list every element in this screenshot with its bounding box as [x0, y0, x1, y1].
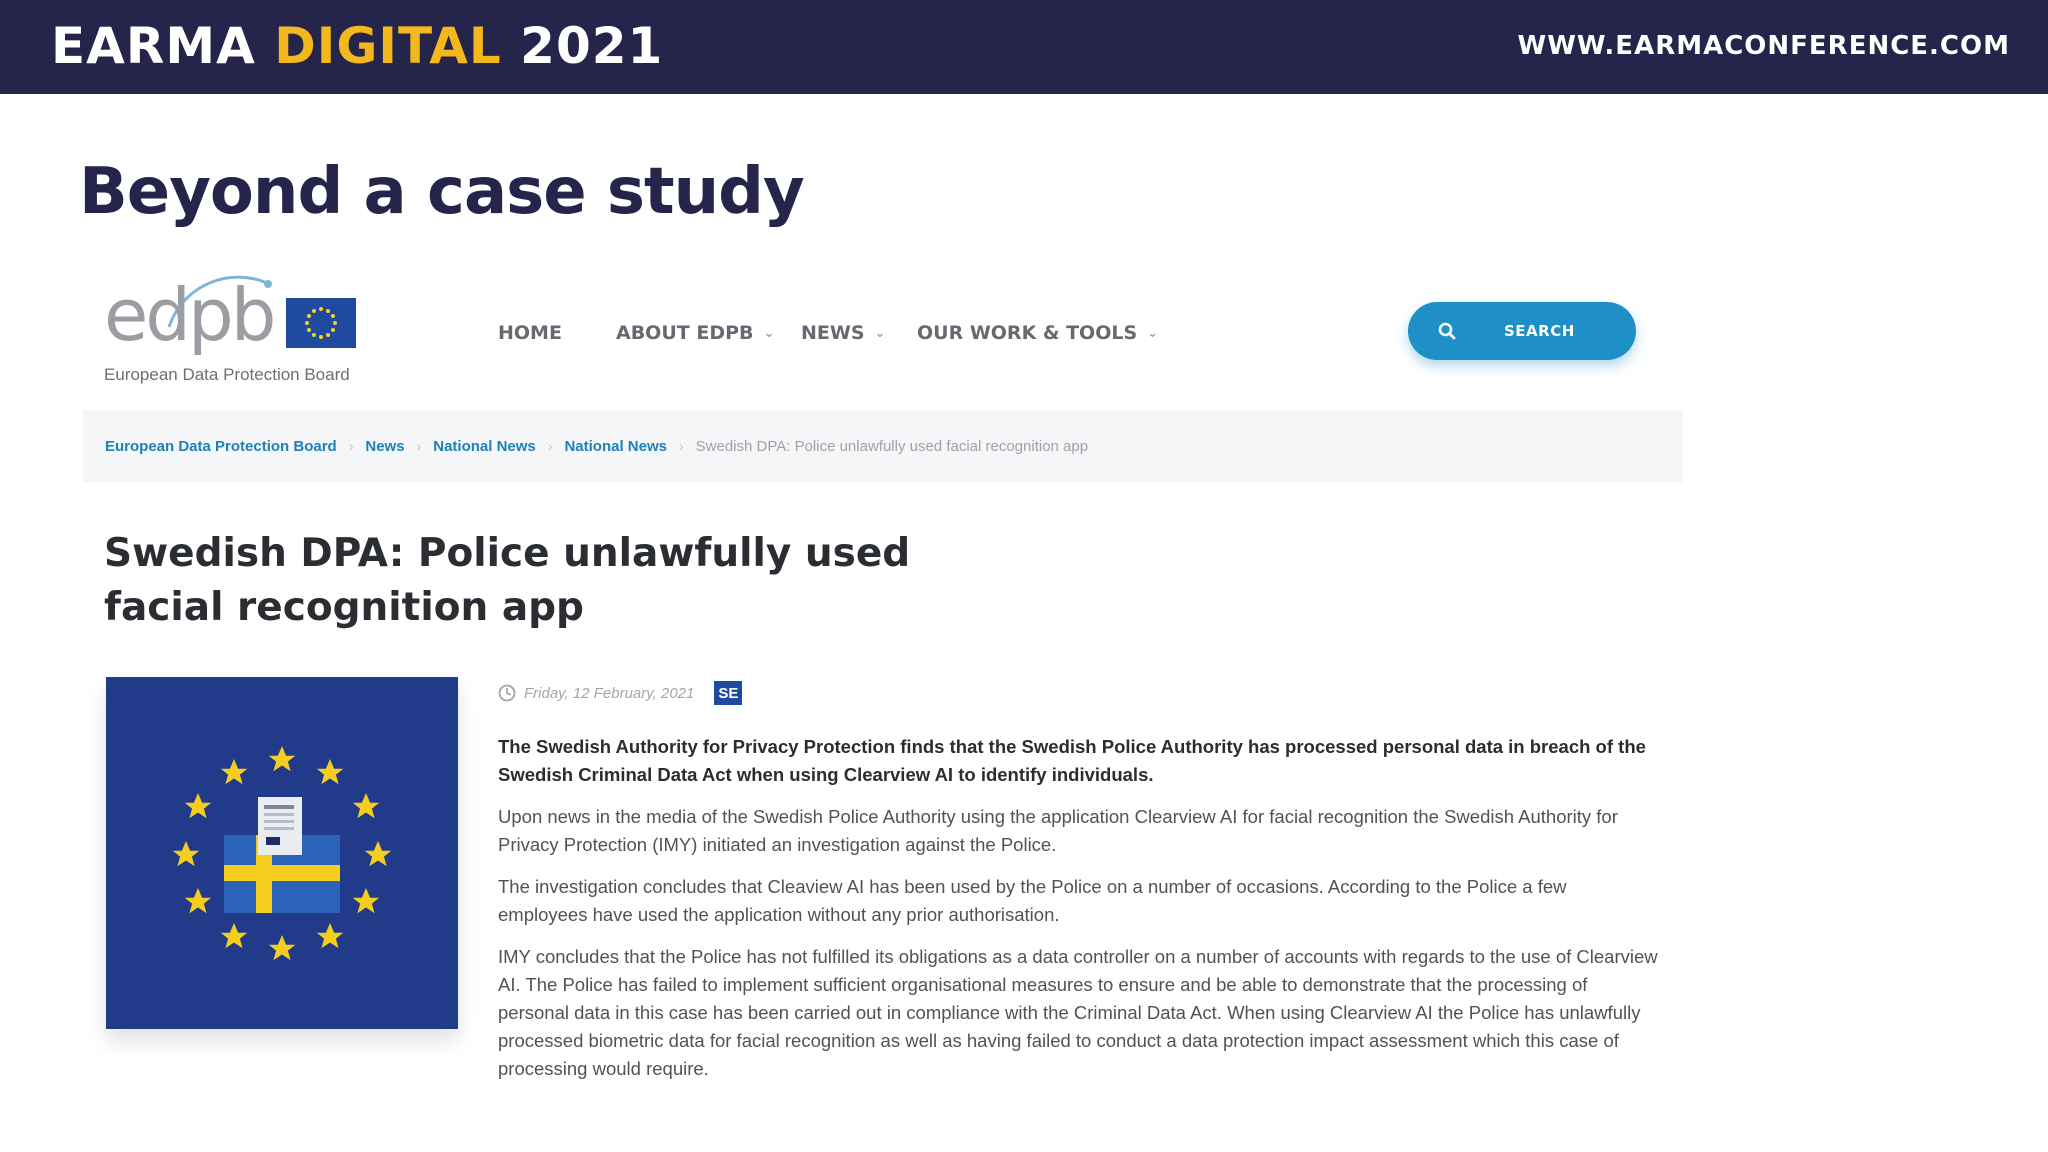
article-date: Friday, 12 February, 2021 — [524, 684, 695, 702]
search-icon — [1438, 322, 1456, 340]
title-part-2: 2021 — [501, 17, 664, 75]
conference-banner: EARMA DIGITAL 2021 WWW.EARMACONFERENCE.C… — [0, 0, 2048, 94]
nav-home-label: HOME — [498, 322, 562, 344]
article-meta: Friday, 12 February, 2021 SE — [498, 680, 743, 706]
nav-news[interactable]: NEWS ⌄ — [801, 316, 885, 350]
article-paragraph-2: The investigation concludes that Cleavie… — [498, 876, 1567, 925]
search-button[interactable]: SEARCH — [1408, 302, 1636, 360]
logo-word: edpb — [104, 273, 276, 357]
nav-our-work-tools[interactable]: OUR WORK & TOOLS ⌄ — [917, 316, 1158, 350]
breadcrumb: European Data Protection Board › News › … — [83, 410, 1683, 482]
nav-about-edpb[interactable]: ABOUT EDPB ⌄ — [616, 316, 774, 350]
chevron-down-icon: ⌄ — [1147, 325, 1159, 341]
country-badge[interactable]: SE — [714, 681, 743, 705]
edpb-logo[interactable]: edpb European Data Protection Board — [104, 272, 374, 392]
eu-flag-icon — [286, 298, 356, 348]
breadcrumb-link-national-news-2[interactable]: National News — [564, 438, 667, 455]
chevron-right-icon: › — [678, 438, 684, 454]
chevron-down-icon: ⌄ — [763, 325, 775, 341]
slide-title: Beyond a case study — [79, 155, 805, 229]
clock-icon — [498, 684, 516, 702]
eu-stars-swedish-flag-document-icon — [172, 746, 392, 961]
article-lead: The Swedish Authority for Privacy Protec… — [498, 736, 1646, 785]
breadcrumb-link-edpb[interactable]: European Data Protection Board — [105, 438, 337, 455]
chevron-right-icon: › — [348, 438, 354, 454]
search-label: SEARCH — [1504, 322, 1575, 340]
chevron-right-icon: › — [416, 438, 422, 454]
title-part-1: EARMA — [51, 17, 275, 75]
nav-news-label: NEWS — [801, 322, 865, 344]
conference-url: WWW.EARMACONFERENCE.COM — [1517, 31, 2010, 61]
logo-subtitle: European Data Protection Board — [104, 365, 350, 384]
breadcrumb-link-news[interactable]: News — [365, 438, 404, 455]
conference-title: EARMA DIGITAL 2021 — [51, 18, 663, 74]
breadcrumb-link-national-news[interactable]: National News — [433, 438, 536, 455]
title-accent: DIGITAL — [274, 17, 502, 75]
nav-our-work-tools-label: OUR WORK & TOOLS — [917, 322, 1138, 344]
nav-home[interactable]: HOME — [498, 316, 562, 350]
article-paragraph-3: IMY concludes that the Police has not fu… — [498, 946, 1658, 1079]
nav-about-edpb-label: ABOUT EDPB — [616, 322, 754, 344]
chevron-right-icon: › — [547, 438, 553, 454]
article-image — [106, 677, 458, 1029]
article-paragraph-1: Upon news in the media of the Swedish Po… — [498, 806, 1618, 855]
article-title: Swedish DPA: Police unlawfully used faci… — [104, 531, 911, 630]
breadcrumb-current: Swedish DPA: Police unlawfully used faci… — [695, 437, 1089, 455]
chevron-down-icon: ⌄ — [874, 325, 886, 341]
